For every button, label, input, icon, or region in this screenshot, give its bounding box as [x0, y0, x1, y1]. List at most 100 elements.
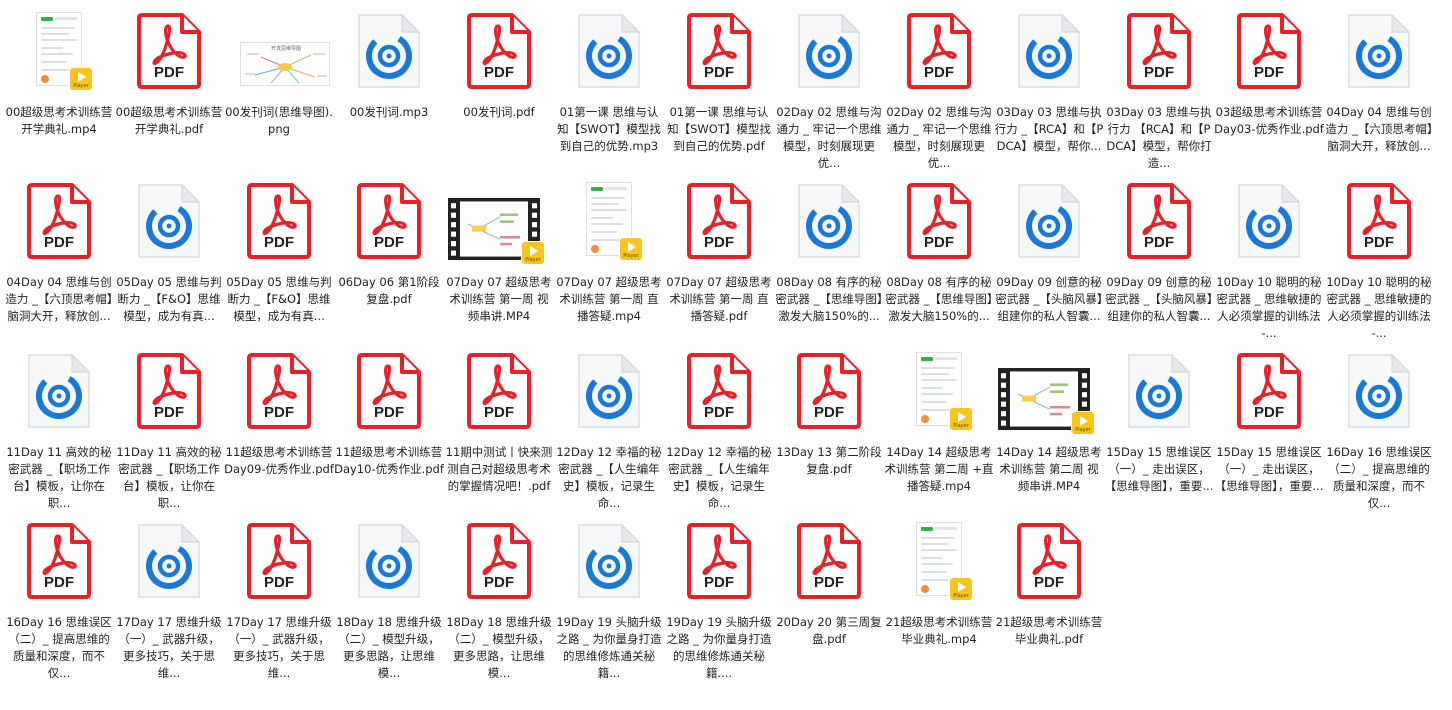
audio-file-icon [138, 523, 201, 598]
file-name-label: 09Day 09 创意的秘密武器 _【头脑风暴】组建你的私人智囊... [1105, 275, 1213, 323]
file-item-36[interactable]: Player 14Day 14 超级思考术训练营 第二周 视频串讲.MP4 [994, 348, 1104, 518]
file-item-30[interactable]: PDF 11超级思考术训练营 Day10-优秀作业.pdf [334, 348, 444, 518]
file-name-label: 11Day 11 高效的秘密武器 _【职场工作台】模板，让你在职... [6, 445, 112, 510]
file-thumbnail: PDF [686, 352, 752, 430]
file-thumbnail: PDF [686, 522, 752, 600]
file-item-15[interactable]: 05Day 05 思维与判断力 _【F&O】思维模型，成为有真... [114, 178, 224, 348]
file-thumbnail: Player [26, 12, 92, 90]
file-item-35[interactable]: Player 14Day 14 超级思考术训练营 第二周 +直播答疑.mp4 [884, 348, 994, 518]
file-item-8[interactable]: 02Day 02 思维与沟通力 _ 牢记一个思维模型，时刻展现更优... [774, 8, 884, 178]
file-thumbnail: PDF [1236, 12, 1302, 90]
pdf-file-icon: PDF [1127, 13, 1191, 89]
file-item-22[interactable]: PDF 08Day 08 有序的秘密武器 _【思维导图】激发大脑150%的... [884, 178, 994, 348]
file-thumbnail [1016, 182, 1082, 260]
file-item-42[interactable]: PDF 17Day 17 思维升级（一）_ 武器升级，更多技巧，关于思维... [224, 518, 334, 688]
pdf-file-icon: PDF [907, 13, 971, 89]
player-badge-icon: Player [1072, 412, 1094, 434]
pdf-label: PDF [1254, 404, 1284, 421]
file-item-24[interactable]: PDF 09Day 09 创意的秘密武器 _【头脑风暴】组建你的私人智囊... [1104, 178, 1214, 348]
file-item-3[interactable]: 开发思维导图 00发刊词(思维导图).png [224, 8, 334, 178]
audio-file-icon [138, 183, 201, 258]
file-item-16[interactable]: PDF 05Day 05 思维与判断力 _【F&O】思维模型，成为有真... [224, 178, 334, 348]
file-item-5[interactable]: PDF 00发刊词.pdf [444, 8, 554, 178]
file-item-34[interactable]: PDF 13Day 13 第二阶段 复盘.pdf [774, 348, 884, 518]
file-name-label: 03超级思考术训练营 Day03-优秀作业.pdf [1214, 105, 1324, 136]
file-item-19[interactable]: Player 07Day 07 超级思考术训练营 第一周 直播答疑.mp4 [554, 178, 664, 348]
player-badge-icon: Player [950, 408, 972, 430]
file-item-28[interactable]: PDF 11Day 11 高效的秘密武器 _【职场工作台】模板，让你在职... [114, 348, 224, 518]
file-item-46[interactable]: PDF 19Day 19 头脑升级之路 _ 为你量身打造的思维修炼通关秘籍...… [664, 518, 774, 688]
pdf-label: PDF [264, 234, 294, 251]
file-item-17[interactable]: PDF 06Day 06 第1阶段 复盘.pdf [334, 178, 444, 348]
pdf-label: PDF [154, 404, 184, 421]
audio-file-icon [1018, 13, 1081, 88]
player-badge-icon: Player [522, 242, 544, 264]
pdf-file-icon: PDF [687, 183, 751, 259]
file-thumbnail [576, 522, 642, 600]
file-thumbnail: PDF [906, 12, 972, 90]
file-item-14[interactable]: PDF 04Day 04 思维与创造力 _【六顶思考帽】脑洞大开，释放创... [4, 178, 114, 348]
file-item-27[interactable]: 11Day 11 高效的秘密武器 _【职场工作台】模板，让你在职... [4, 348, 114, 518]
file-item-4[interactable]: 00发刊词.mp3 [334, 8, 444, 178]
file-thumbnail: PDF [356, 352, 422, 430]
file-thumbnail: PDF [26, 182, 92, 260]
file-item-31[interactable]: PDF 11期中测试丨快来测测自己对超级思考术的掌握情况吧！.pdf [444, 348, 554, 518]
file-name-label: 21超级思考术训练营毕业典礼.pdf [995, 615, 1103, 646]
file-thumbnail [356, 12, 422, 90]
file-item-48[interactable]: Player 21超级思考术训练营毕业典礼.mp4 [884, 518, 994, 688]
file-item-26[interactable]: PDF 10Day 10 聪明的秘密武器 _ 思维敏捷的人必须掌握的训练法 -.… [1324, 178, 1434, 348]
pdf-label: PDF [484, 64, 514, 81]
file-item-41[interactable]: 17Day 17 思维升级（一）_ 武器升级，更多技巧，关于思维... [114, 518, 224, 688]
file-item-32[interactable]: 12Day 12 幸福的秘密武器 _【人生编年史】模板，记录生命... [554, 348, 664, 518]
file-thumbnail: PDF [1126, 12, 1192, 90]
file-thumbnail [1016, 12, 1082, 90]
file-name-label: 02Day 02 思维与沟通力 _ 牢记一个思维模型，时刻展现更优... [776, 105, 882, 170]
file-name-label: 11期中测试丨快来测测自己对超级思考术的掌握情况吧！.pdf [445, 445, 553, 493]
file-thumbnail [576, 12, 642, 90]
file-item-21[interactable]: 08Day 08 有序的秘密武器 _【思维导图】激发大脑150%的... [774, 178, 884, 348]
file-name-label: 04Day 04 思维与创造力 _【六顶思考帽】脑洞大开，释放创... [1325, 105, 1433, 153]
file-thumbnail: 开发思维导图 [240, 12, 330, 90]
file-name-label: 11Day 11 高效的秘密武器 _【职场工作台】模板，让你在职... [116, 445, 222, 510]
file-thumbnail [796, 182, 862, 260]
file-thumbnail [136, 182, 202, 260]
file-item-10[interactable]: 03Day 03 思维与执行力 _【RCA】和【PDCA】模型，帮你... [994, 8, 1104, 178]
pdf-file-icon: PDF [1017, 523, 1081, 599]
file-item-23[interactable]: 09Day 09 创意的秘密武器 _【头脑风暴】组建你的私人智囊... [994, 178, 1104, 348]
file-thumbnail [356, 522, 422, 600]
file-thumbnail [1236, 182, 1302, 260]
file-item-49[interactable]: PDF 21超级思考术训练营毕业典礼.pdf [994, 518, 1104, 688]
file-item-37[interactable]: 15Day 15 思维误区（一）_ 走出误区，【思维导图】，重要... [1104, 348, 1214, 518]
file-item-38[interactable]: PDF 15Day 15 思维误区（一）_ 走出误区，【思维导图】，重要... [1214, 348, 1324, 518]
file-item-1[interactable]: Player 00超级思考术训练营开学典礼.mp4 [4, 8, 114, 178]
file-item-25[interactable]: 10Day 10 聪明的秘密武器 _ 思维敏捷的人必须掌握的训练法 -... [1214, 178, 1324, 348]
file-name-label: 03Day 03 思维与执行力 _【RCA】和【PDCA】模型，帮你... [994, 105, 1104, 153]
file-thumbnail: PDF [1346, 182, 1412, 260]
file-item-18[interactable]: Player 07Day 07 超级思考术训练营 第一周 视频串讲.MP4 [444, 178, 554, 348]
file-item-13[interactable]: 04Day 04 思维与创造力 _【六顶思考帽】脑洞大开，释放创... [1324, 8, 1434, 178]
file-item-40[interactable]: PDF 16Day 16 思维误区（二）_ 提高思维的质量和深度，而不仅... [4, 518, 114, 688]
file-item-39[interactable]: 16Day 16 思维误区（二）_ 提高思维的质量和深度，而不仅... [1324, 348, 1434, 518]
file-item-20[interactable]: PDF 07Day 07 超级思考术训练营 第一周 直播答疑.pdf [664, 178, 774, 348]
file-item-33[interactable]: PDF 12Day 12 幸福的秘密武器 _【人生编年史】模板，记录生命... [664, 348, 774, 518]
pdf-label: PDF [1364, 234, 1394, 251]
file-item-45[interactable]: 19Day 19 头脑升级之路 _ 为你量身打造的思维修炼通关秘籍... [554, 518, 664, 688]
file-item-12[interactable]: PDF 03超级思考术训练营 Day03-优秀作业.pdf [1214, 8, 1324, 178]
pdf-label: PDF [704, 574, 734, 591]
file-name-label: 11超级思考术训练营 Day09-优秀作业.pdf [224, 445, 334, 476]
pdf-label: PDF [44, 574, 74, 591]
file-item-29[interactable]: PDF 11超级思考术训练营 Day09-优秀作业.pdf [224, 348, 334, 518]
file-thumbnail: PDF [246, 182, 312, 260]
file-item-11[interactable]: PDF 03Day 03 思维与执行力 【RCA】和【PDCA】模型，帮你打造.… [1104, 8, 1214, 178]
file-item-7[interactable]: PDF 01第一课 思维与认知【SWOT】模型找到自己的优势.pdf [664, 8, 774, 178]
file-item-43[interactable]: 18Day 18 思维升级（二）_ 模型升级，更多思路，让思维模... [334, 518, 444, 688]
pdf-file-icon: PDF [687, 353, 751, 429]
file-item-44[interactable]: PDF 18Day 18 思维升级（二）_ 模型升级，更多思路，让思维模... [444, 518, 554, 688]
file-item-2[interactable]: PDF 00超级思考术训练营开学典礼.pdf [114, 8, 224, 178]
image-thumbnail-icon: 开发思维导图 [240, 42, 330, 86]
file-item-47[interactable]: PDF 20Day 20 第三周复盘.pdf [774, 518, 884, 688]
file-item-9[interactable]: PDF 02Day 02 思维与沟通力 _ 牢记一个思维模型，时刻展现更优... [884, 8, 994, 178]
file-item-6[interactable]: 01第一课 思维与认知【SWOT】模型找到自己的优势.mp3 [554, 8, 664, 178]
pdf-label: PDF [1254, 64, 1284, 81]
file-name-label: 21超级思考术训练营毕业典礼.mp4 [885, 615, 993, 646]
